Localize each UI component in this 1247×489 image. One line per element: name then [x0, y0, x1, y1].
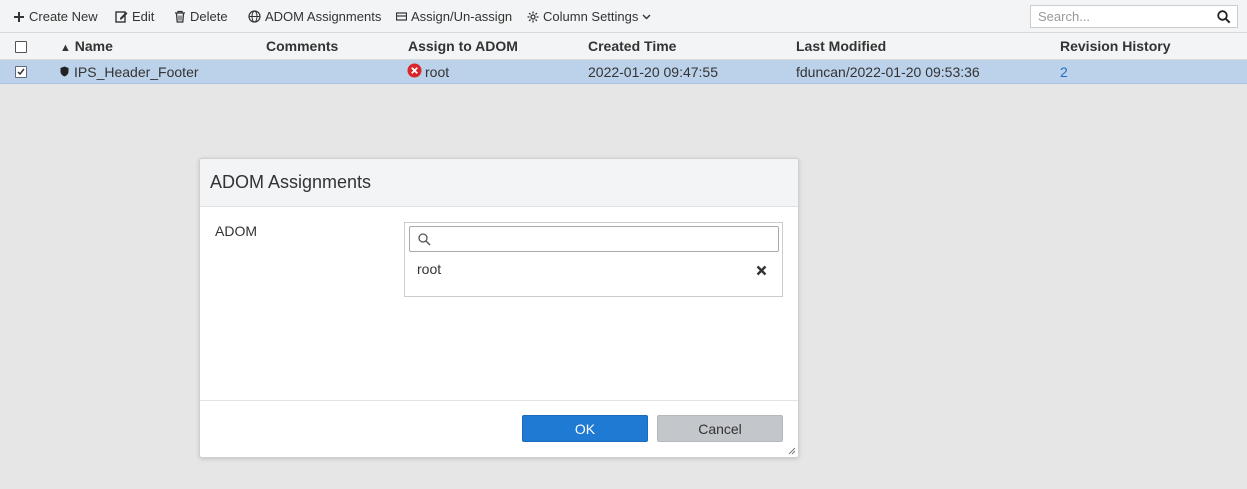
adom-assignments-button[interactable]: ADOM Assignments [248, 9, 381, 24]
toolbar: Create New Edit Delete ADOM Assignments … [0, 0, 1247, 33]
assign-unassign-label: Assign/Un-assign [411, 9, 513, 24]
column-settings-label: Column Settings [543, 9, 639, 24]
column-header-adom[interactable]: Assign to ADOM [408, 38, 518, 54]
adom-search-input[interactable] [409, 226, 779, 252]
adom-assignments-label: ADOM Assignments [265, 9, 382, 24]
create-new-button[interactable]: Create New [13, 9, 98, 24]
ok-button[interactable]: OK [522, 415, 648, 442]
edit-icon [115, 11, 128, 23]
select-all-checkbox[interactable] [15, 41, 27, 53]
search-icon[interactable] [1217, 10, 1231, 24]
column-header-created[interactable]: Created Time [588, 38, 676, 54]
sort-ascending-icon: ▲ [60, 42, 71, 54]
search-icon [418, 233, 431, 246]
dialog-header: ADOM Assignments [200, 159, 798, 207]
edit-label: Edit [132, 9, 155, 24]
globe-icon [248, 10, 261, 23]
selected-adom-item: root [417, 261, 442, 277]
plus-icon [14, 11, 24, 22]
search-input[interactable]: Search... [1030, 5, 1238, 28]
remove-icon[interactable] [756, 265, 767, 276]
column-settings-button[interactable]: Column Settings [527, 9, 651, 24]
column-header-name[interactable]: ▲ Name [60, 38, 113, 54]
column-header-revision[interactable]: Revision History [1060, 38, 1170, 54]
delete-label: Delete [190, 9, 228, 24]
shield-icon [60, 66, 69, 77]
row-revision-link[interactable]: 2 [1060, 64, 1068, 80]
column-name-label: Name [74, 38, 113, 54]
dialog-title: ADOM Assignments [210, 172, 372, 192]
gear-icon [527, 11, 539, 22]
row-created-time: 2022-01-20 09:47:55 [588, 64, 718, 80]
check-icon [17, 68, 25, 76]
adom-selector: root [404, 222, 783, 297]
row-checkbox[interactable] [15, 66, 27, 78]
chevron-down-icon [642, 14, 651, 19]
table-row[interactable]: IPS_Header_Footer root 2022-01-20 09:47:… [0, 60, 1247, 84]
table-header: ▲ Name Comments Assign to ADOM Created T… [0, 33, 1247, 60]
create-new-label: Create New [29, 9, 98, 24]
row-name[interactable]: IPS_Header_Footer [74, 64, 199, 80]
resize-handle-icon[interactable] [788, 447, 796, 455]
error-icon [407, 63, 422, 78]
row-last-modified: fduncan/2022-01-20 09:53:36 [796, 64, 980, 80]
row-adom: root [425, 64, 450, 80]
cancel-button[interactable]: Cancel [657, 415, 783, 442]
trash-icon [175, 10, 185, 23]
adom-field-label: ADOM [215, 223, 257, 239]
edit-button[interactable]: Edit [115, 9, 154, 24]
assign-unassign-button[interactable]: Assign/Un-assign [396, 9, 512, 24]
list-icon [396, 12, 407, 21]
delete-button[interactable]: Delete [174, 9, 228, 24]
column-header-comments[interactable]: Comments [266, 38, 338, 54]
column-header-modified[interactable]: Last Modified [796, 38, 886, 54]
search-placeholder: Search... [1038, 9, 1091, 24]
dialog-footer-divider [200, 400, 798, 401]
adom-assignments-dialog: ADOM Assignments ADOM root OK Cancel [199, 158, 799, 458]
